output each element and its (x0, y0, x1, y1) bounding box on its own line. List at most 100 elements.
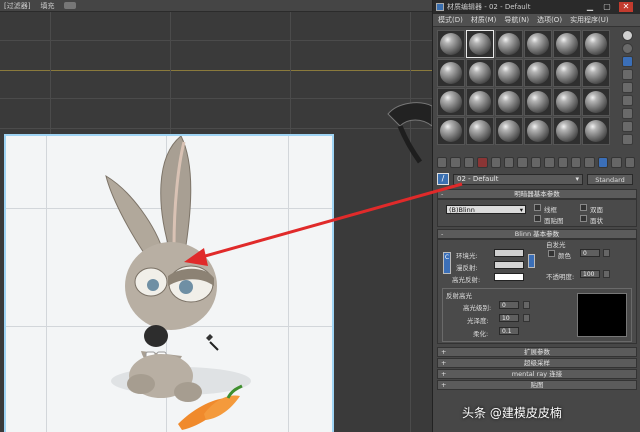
minimize-button[interactable]: ▁ (583, 2, 597, 12)
map-lock-button[interactable] (528, 254, 535, 268)
get-material-icon[interactable] (437, 157, 448, 168)
reference-image-plane[interactable] (4, 134, 334, 432)
rollout-maps[interactable]: + 贴图 (437, 380, 637, 390)
material-sphere-preview (556, 33, 578, 55)
rollout-blinn-basic[interactable]: - Blinn 基本参数 (437, 229, 637, 239)
diffuse-color-swatch[interactable] (494, 261, 524, 269)
self-illum-spinner[interactable]: 0 (580, 249, 600, 257)
make-unique-icon[interactable] (504, 157, 515, 168)
menu-options[interactable]: 选项(O) (537, 15, 562, 25)
material-sample-slot[interactable] (553, 59, 581, 87)
material-sample-slot[interactable] (466, 30, 494, 58)
self-illumination-label: 自发光 (546, 241, 566, 249)
ambient-color-swatch[interactable] (494, 249, 524, 257)
material-sample-slot[interactable] (466, 88, 494, 116)
material-type-button[interactable]: Standard (587, 173, 633, 185)
rollout-mental-ray-connection[interactable]: + mental ray 连接 (437, 369, 637, 379)
menu-utilities[interactable]: 实用程序(U) (570, 15, 609, 25)
put-to-scene-icon[interactable] (450, 157, 461, 168)
rollout-supersampling[interactable]: + 超级采样 (437, 358, 637, 368)
menu-navigation[interactable]: 导航(N) (504, 15, 529, 25)
material-sample-slot[interactable] (524, 30, 552, 58)
material-sample-slot[interactable] (466, 59, 494, 87)
material-sample-slot[interactable] (437, 117, 465, 145)
show-end-result-icon[interactable] (557, 157, 569, 168)
wire-checkbox[interactable] (534, 204, 541, 211)
sample-uv-tiling-icon[interactable] (621, 69, 633, 80)
face-map-checkbox[interactable] (534, 215, 541, 222)
maximize-button[interactable]: ▢ (600, 2, 614, 12)
options-icon[interactable] (621, 108, 633, 119)
specular-color-swatch[interactable] (494, 273, 524, 281)
make-copy-icon[interactable] (490, 157, 502, 168)
material-map-navigator-icon[interactable] (621, 134, 633, 145)
select-by-material-icon[interactable] (621, 121, 633, 132)
filter-menu[interactable]: [过滤器] (4, 1, 30, 11)
rollout-shader-basic[interactable]: - 明暗器基本参数 (437, 189, 637, 199)
opacity-spinner[interactable]: 100 (580, 270, 600, 278)
show-shaded-material-icon[interactable] (544, 157, 555, 168)
material-sample-slot[interactable] (582, 59, 610, 87)
sample-type-icon[interactable] (621, 30, 633, 41)
collapse-icon: - (441, 190, 444, 198)
material-sample-slot[interactable] (495, 59, 523, 87)
eyedropper-icon[interactable]: / (437, 173, 449, 185)
material-sample-slot[interactable] (437, 30, 465, 58)
material-sample-slot[interactable] (553, 117, 581, 145)
shader-dropdown[interactable]: (B)Blinn ▾ (446, 205, 526, 214)
soften-spinner[interactable]: 0.1 (499, 327, 519, 335)
go-forward-to-sibling-icon[interactable] (584, 157, 595, 168)
material-sample-slot[interactable] (495, 30, 523, 58)
extra-tool-2-icon[interactable] (624, 157, 636, 168)
material-sample-slot[interactable] (582, 30, 610, 58)
video-color-check-icon[interactable] (621, 82, 633, 93)
fill-menu[interactable]: 填充 (40, 1, 54, 11)
glossiness-map-button[interactable] (523, 314, 530, 322)
viewport[interactable] (0, 12, 432, 432)
make-preview-icon[interactable] (621, 95, 633, 106)
material-sample-slot[interactable] (437, 88, 465, 116)
reset-map-icon[interactable] (477, 157, 488, 168)
background-icon[interactable] (621, 56, 633, 67)
material-sample-slot[interactable] (437, 59, 465, 87)
backlight-icon[interactable] (621, 43, 633, 54)
put-to-library-icon[interactable] (517, 157, 528, 168)
rollout-title: 扩展参数 (524, 348, 550, 356)
self-illum-map-button[interactable] (603, 249, 610, 257)
chevron-down-icon[interactable]: ▾ (575, 175, 579, 183)
assign-to-selection-icon[interactable] (463, 157, 475, 168)
go-to-parent-icon[interactable] (571, 157, 582, 168)
material-sample-slot[interactable] (553, 30, 581, 58)
material-name-field[interactable]: 02 - Default ▾ (453, 173, 583, 185)
material-sample-slot[interactable] (524, 59, 552, 87)
faceted-checkbox[interactable] (580, 215, 587, 222)
two-sided-checkbox[interactable] (580, 204, 587, 211)
specular-level-map-button[interactable] (523, 301, 530, 309)
material-editor-window[interactable]: 材质编辑器 - 02 - Default ▁ ▢ ✕ 模式(D) 材质(M) 导… (432, 0, 640, 432)
material-sample-slot[interactable] (495, 88, 523, 116)
close-button[interactable]: ✕ (619, 2, 633, 12)
extra-tool-icon[interactable] (611, 157, 622, 168)
material-sample-slot[interactable] (466, 117, 494, 145)
menu-mode[interactable]: 模式(D) (438, 15, 463, 25)
material-sample-slot[interactable] (495, 117, 523, 145)
material-sample-slot[interactable] (553, 88, 581, 116)
active-view-icon[interactable] (597, 157, 609, 168)
material-sample-slot[interactable] (582, 88, 610, 116)
specular-level-spinner[interactable]: 0 (499, 301, 519, 309)
shader-panel: (B)Blinn ▾ 线框 双面 面贴图 面状 (437, 199, 637, 227)
opacity-map-button[interactable] (603, 270, 610, 278)
app-icon (436, 3, 444, 11)
rollout-extended-parameters[interactable]: + 扩展参数 (437, 347, 637, 357)
material-sample-slot[interactable] (524, 88, 552, 116)
view-toggle-icon[interactable] (64, 2, 77, 9)
window-title-bar[interactable]: 材质编辑器 - 02 - Default ▁ ▢ ✕ (433, 0, 640, 14)
scene-object[interactable] (380, 96, 432, 166)
lock-ambient-diffuse-button[interactable]: C (443, 252, 451, 274)
glossiness-spinner[interactable]: 10 (499, 314, 519, 322)
material-sample-slot[interactable] (524, 117, 552, 145)
material-sample-slot[interactable] (582, 117, 610, 145)
menu-material[interactable]: 材质(M) (471, 15, 497, 25)
self-illum-color-checkbox[interactable] (548, 250, 555, 257)
material-id-channel-icon[interactable] (530, 157, 542, 168)
